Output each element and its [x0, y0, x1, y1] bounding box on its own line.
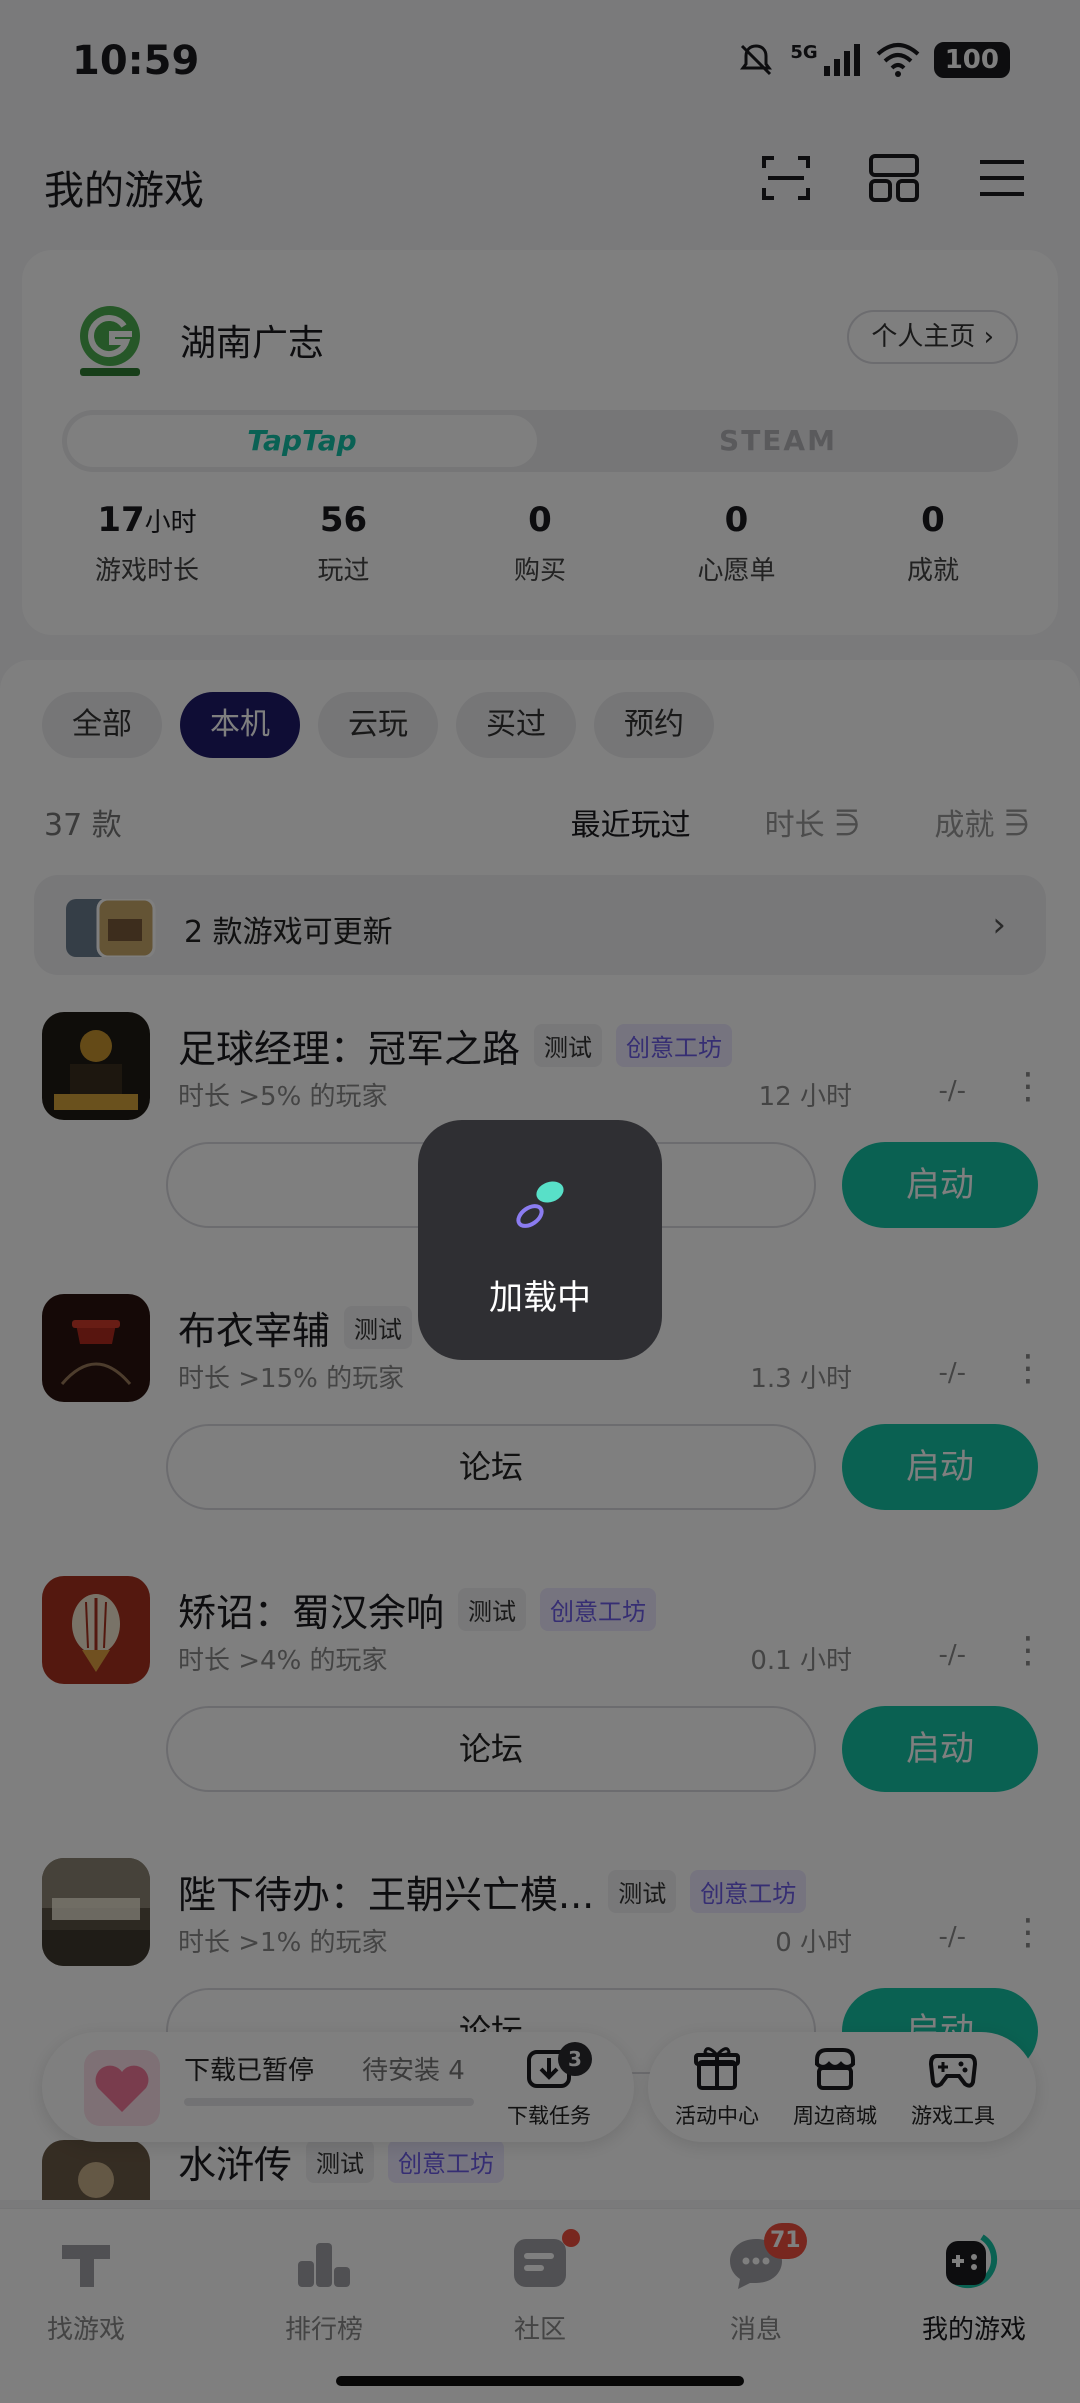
loading-spinner-icon — [516, 1181, 564, 1228]
loading-overlay: 加载中 — [0, 0, 1080, 2403]
loading-toast: 加载中 — [418, 1120, 662, 1360]
loading-text: 加载中 — [489, 1278, 591, 1318]
